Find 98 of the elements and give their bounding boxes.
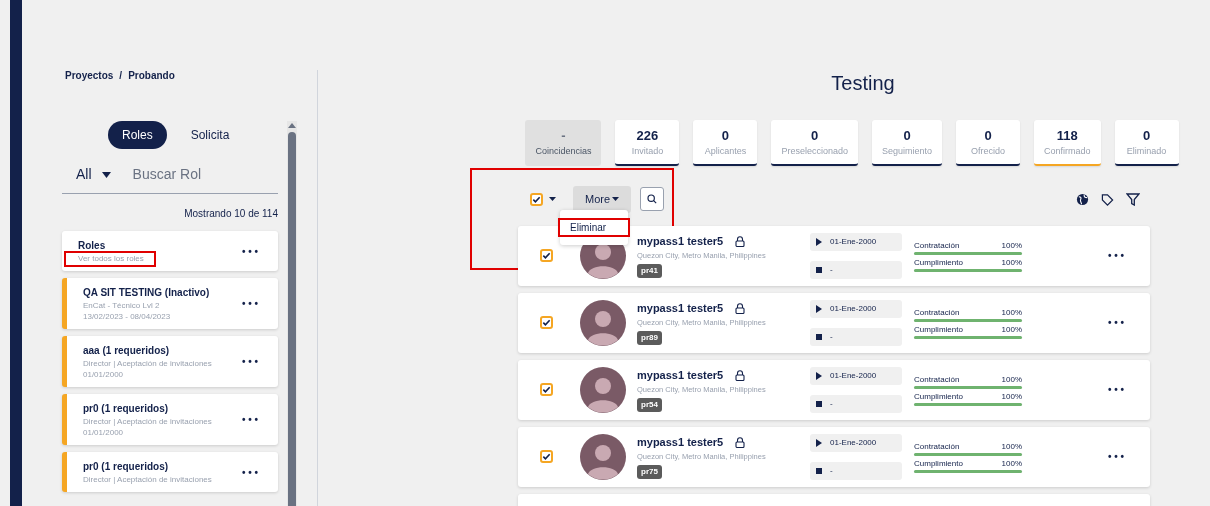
more-options-button[interactable]: • • • — [1107, 315, 1124, 330]
checkbox[interactable] — [540, 450, 553, 463]
breadcrumb-link[interactable]: Probando — [128, 68, 175, 83]
candidate-tag: pr89 — [637, 330, 662, 345]
stat-card[interactable]: 0 Eliminado — [1114, 120, 1179, 166]
caret-icon — [612, 197, 620, 202]
page-title: Testing — [831, 71, 895, 96]
checkbox[interactable] — [540, 316, 553, 329]
tag-icon[interactable] — [1101, 192, 1114, 206]
role-detail: Director | Aceptación de invitaciones — [83, 359, 212, 368]
breadcrumb-separator: / — [119, 69, 123, 83]
metric-reading: 100% — [1001, 256, 1022, 269]
avatar-icon — [580, 366, 626, 413]
end-date: - — [810, 394, 902, 413]
role-detail: EnCat - Técnico Lvl 2 — [83, 301, 160, 310]
avatar-icon — [580, 433, 626, 480]
role-title: aaa (1 requeridos) — [83, 344, 171, 358]
start-date: 01-Ene-2000 — [810, 433, 902, 452]
metric-reading: 100% — [1001, 323, 1022, 336]
avatar-icon — [580, 299, 626, 346]
filter-icon[interactable] — [1126, 192, 1140, 206]
stat-card[interactable]: 0 Aplicantes — [693, 120, 758, 166]
end-date: - — [810, 327, 902, 346]
role-card[interactable]: QA SIT TESTING (Inactivo) EnCat - Técnico Lvl 2 13/02/2023 - 08/04/2023 • • • — [62, 278, 278, 329]
role-detail: Director | Aceptación de invitaciones — [83, 417, 212, 426]
search-field[interactable]: Buscar Rol — [132, 164, 273, 185]
role-title: QA SIT TESTING (Inactivo) — [83, 286, 210, 300]
search-button[interactable] — [640, 187, 665, 212]
more-options-button[interactable]: • • • — [1107, 248, 1124, 263]
metric-reading: 100% — [1001, 440, 1022, 453]
role-detail: Ver todos los roles — [78, 254, 144, 263]
result-count: Mostrando 10 de 114 — [184, 207, 278, 221]
role-detail: 01/01/2000 — [83, 370, 124, 379]
stat-card[interactable]: 118 Confirmado — [1034, 120, 1101, 166]
globe-icon[interactable] — [1076, 192, 1089, 206]
lock-icon — [735, 235, 746, 247]
end-date: - — [810, 260, 902, 279]
role-card[interactable]: Roles Ver todos los roles • • • — [62, 231, 278, 271]
metric-reading: 100% — [1001, 373, 1022, 386]
role-title: pr0 (1 requeridos) — [83, 402, 170, 416]
more-options-button[interactable]: • • • — [1107, 449, 1124, 464]
checkbox[interactable] — [530, 192, 543, 206]
more-options-button[interactable]: • • • — [241, 354, 258, 369]
caret-icon[interactable] — [549, 197, 556, 202]
metric-label: Cumplimiento — [914, 323, 963, 336]
start-date: 01-Ene-2000 — [810, 299, 902, 318]
stat-card[interactable]: 0 Seguimiento — [872, 120, 943, 166]
role-card[interactable]: pr0 (1 requeridos) Director | Aceptación de invitaciones 01/01/2000 • • • — [62, 394, 278, 445]
metric-label: Cumplimiento — [914, 457, 963, 470]
role-card[interactable]: aaa (1 requeridos) Director | Aceptación de invitaciones 01/01/2000 • • • — [62, 336, 278, 387]
stat-card[interactable]: - Coincidencias — [525, 120, 602, 166]
start-date: 01-Ene-2000 — [810, 366, 902, 385]
checkbox[interactable] — [540, 383, 553, 396]
metric-label: Contratación — [914, 373, 960, 386]
breadcrumb-link[interactable]: Proyectos — [65, 68, 114, 83]
metric-label: Contratación — [914, 306, 960, 319]
tab[interactable]: Roles — [108, 121, 167, 149]
checkbox[interactable] — [540, 249, 553, 262]
more-options-button[interactable]: • • • — [241, 296, 258, 311]
lock-icon — [735, 436, 746, 448]
role-detail: 13/02/2023 - 08/04/2023 — [83, 312, 171, 321]
more-options-button[interactable]: • • • — [241, 412, 258, 427]
metric-reading: 100% — [1001, 239, 1022, 252]
stat-card[interactable]: 226 Invitado — [615, 120, 680, 166]
metric-reading: 100% — [1001, 457, 1022, 470]
lock-icon — [735, 369, 746, 381]
more-options-button[interactable]: • • • — [241, 464, 258, 480]
candidate-name: mypass1 tester5 — [637, 301, 724, 317]
more-options-button[interactable]: • • • — [1107, 382, 1124, 397]
role-detail: 01/01/2000 — [83, 428, 124, 437]
lock-icon — [735, 302, 746, 314]
metric-label: Cumplimiento — [914, 390, 963, 403]
menu-item[interactable]: Eliminar — [560, 220, 628, 235]
tab[interactable]: Solicita — [176, 121, 244, 149]
candidate-name: mypass1 tester5 — [637, 234, 724, 250]
metric-label: Cumplimiento — [914, 256, 963, 269]
candidate-tag: pr41 — [637, 263, 662, 278]
candidate-tag: pr75 — [637, 464, 662, 479]
role-card[interactable]: pr0 (1 requeridos) Director | Aceptación de invitaciones • • • — [62, 452, 278, 492]
role-detail: Director | Aceptación de invitaciones — [83, 475, 212, 484]
candidate-name: mypass1 tester5 — [637, 435, 724, 451]
more-button[interactable]: More — [573, 186, 632, 213]
role-title: pr0 (1 requeridos) — [83, 460, 170, 474]
end-date: - — [810, 461, 902, 480]
metric-label: Contratación — [914, 239, 960, 252]
search-icon — [647, 194, 658, 205]
filter-dropdown[interactable]: All — [76, 164, 111, 185]
more-options-button[interactable]: • • • — [241, 243, 258, 259]
candidate-tag: pr54 — [637, 397, 662, 412]
metric-reading: 100% — [1001, 390, 1022, 403]
candidate-name: mypass1 tester5 — [637, 368, 724, 384]
metric-reading: 100% — [1001, 306, 1022, 319]
stat-card[interactable]: 0 Ofrecido — [956, 120, 1021, 166]
metric-label: Contratación — [914, 440, 960, 453]
role-title: Roles — [78, 239, 107, 253]
start-date: 01-Ene-2000 — [810, 232, 902, 251]
caret-icon — [101, 171, 111, 178]
stat-card[interactable]: 0 Preseleccionado — [771, 120, 858, 166]
